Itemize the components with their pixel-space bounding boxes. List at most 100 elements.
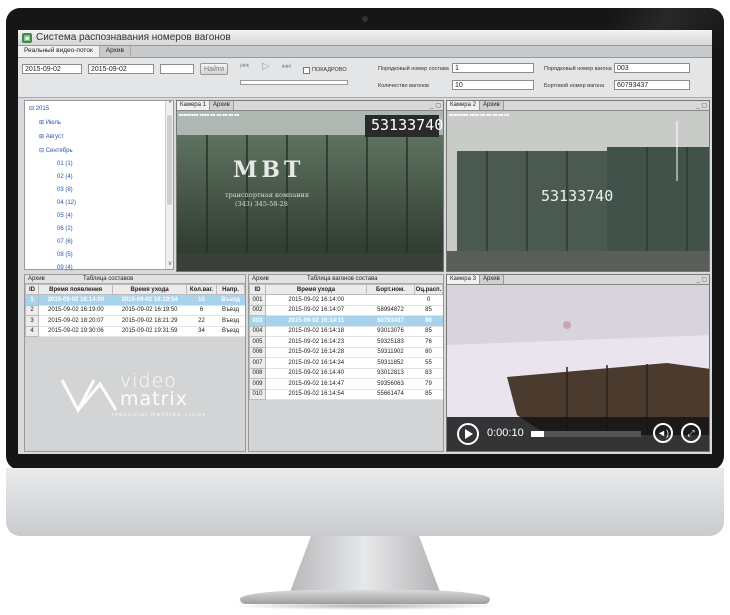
col-wagon-count[interactable]: Кол.ваг. <box>186 284 217 295</box>
tree-month-july[interactable]: ⊞ Июль <box>39 119 61 126</box>
date-to-input[interactable]: 2015-09-02 <box>88 64 154 74</box>
col-id[interactable]: ID <box>25 284 39 295</box>
table-cell: 3 <box>25 315 39 327</box>
panel-controls-icon[interactable]: _ ▢ <box>430 102 443 109</box>
tab-archive[interactable]: Архив <box>100 46 132 57</box>
table-cell: 2015-09-02 16:14:28 <box>265 347 367 358</box>
table-cell: 2015-09-02 16:19:54 <box>112 294 187 306</box>
camera-3-archive-tab[interactable]: Архив <box>479 275 504 284</box>
camera-1-osd: ■■■■■■■■ ■■■■-■■-■■ ■■:■■:■■ <box>179 112 240 117</box>
tree-day[interactable]: 09 (4) <box>57 265 73 271</box>
playback-progress[interactable] <box>531 431 641 437</box>
wagon-row[interactable]: 009 2015-09-02 16:14:47 59356063 79 <box>249 378 443 390</box>
table-cell: Въезд <box>216 294 245 306</box>
date-from-input[interactable]: 2015-09-02 <box>22 64 82 74</box>
tree-day[interactable]: 05 (4) <box>57 213 73 219</box>
frame-by-frame-checkbox[interactable] <box>303 67 310 74</box>
rewind-icon[interactable]: ⏮ <box>240 61 249 72</box>
camera-1-tab[interactable]: Камера 1 <box>177 101 210 110</box>
board-no-field[interactable]: 60793437 <box>614 80 690 90</box>
camera-1-plate: 53133740 <box>371 116 443 134</box>
tree-day[interactable]: 01 (1) <box>57 161 73 167</box>
wagon-order-field[interactable]: 003 <box>614 63 690 73</box>
find-button[interactable]: Найти <box>200 63 228 75</box>
camera-3-panel: Камера 3 Архив _ ▢ 0:00:10 ◄) ⤢ <box>446 274 710 452</box>
table-cell: 1 <box>25 294 39 306</box>
wagon-row[interactable]: 005 2015-09-02 16:14:23 59325183 76 <box>249 336 443 348</box>
wagon-row[interactable]: 007 2015-09-02 16:14:34 59311852 55 <box>249 357 443 369</box>
composition-row[interactable]: 4 2015-09-02 19:30:06 2015-09-02 19:31:59 3… <box>25 325 245 337</box>
panel-controls-icon[interactable]: _ ▢ <box>696 276 709 283</box>
col-board-number[interactable]: Борт.ном. <box>366 284 415 295</box>
camera-3-header: Камера 3 Архив _ ▢ <box>447 275 709 285</box>
col-recognition-score[interactable]: Оц.расп. <box>414 284 443 295</box>
compositions-archive-tab[interactable]: Архив <box>25 276 83 282</box>
composition-no-field[interactable]: 1 <box>452 63 534 73</box>
play-icon[interactable]: ▷ <box>262 61 270 72</box>
videomatrix-logo: video matrix industrial machine vision <box>60 370 206 418</box>
monitor-chin <box>6 468 724 536</box>
table-cell: 2015-09-02 16:14:18 <box>265 326 367 337</box>
tree-day[interactable]: 03 (8) <box>57 187 73 193</box>
tree-day[interactable]: 06 (2) <box>57 226 73 232</box>
camera-2-tab[interactable]: Камера 2 <box>447 101 480 110</box>
wagon-row[interactable]: 003 2015-09-02 16:14:11 60793437 86 <box>249 315 443 327</box>
table-cell: 59311902 <box>366 347 415 358</box>
fullscreen-icon[interactable]: ⤢ <box>681 423 701 443</box>
table-cell: 2 <box>25 304 39 316</box>
table-cell: 83 <box>414 368 443 379</box>
wagon-row[interactable]: 001 2015-09-02 16:14:00 0 <box>249 294 443 306</box>
wagons-panel: Архив Таблица вагонов состава ID Время у… <box>248 274 444 452</box>
forward-icon[interactable]: ⏭ <box>282 61 291 72</box>
tree-day[interactable]: 07 (6) <box>57 239 73 245</box>
camera-3-tab[interactable]: Камера 3 <box>447 275 480 284</box>
tree-year[interactable]: ⊟ 2015 <box>29 105 49 112</box>
tree-day[interactable]: 02 (4) <box>57 174 73 180</box>
table-cell: 006 <box>249 346 266 358</box>
col-id[interactable]: ID <box>249 284 266 295</box>
play-icon <box>465 429 473 439</box>
table-cell: 6 <box>186 305 217 316</box>
table-cell: 58994872 <box>366 305 415 316</box>
wagon-row[interactable]: 004 2015-09-02 16:14:18 93013076 85 <box>249 325 443 337</box>
seek-slider[interactable] <box>240 80 348 85</box>
table-cell: 4 <box>25 325 39 337</box>
camera-2-archive-tab[interactable]: Архив <box>479 101 504 110</box>
tree-month-august[interactable]: ⊞ Август <box>39 133 64 140</box>
tree-day[interactable]: 08 (5) <box>57 252 73 258</box>
wagon-row[interactable]: 002 2015-09-02 16:14:07 58994872 85 <box>249 304 443 316</box>
camera-2-video[interactable]: ■■■■■■■■ ■■■■-■■-■■ ■■:■■:■■ 53133740 <box>447 111 709 271</box>
table-cell: 55 <box>414 357 443 369</box>
wagon-row[interactable]: 008 2015-09-02 16:14:40 93012813 83 <box>249 367 443 379</box>
tree-day[interactable]: 04 (12) <box>57 200 76 206</box>
wagon-row[interactable]: 010 2015-09-02 16:14:54 55661474 85 <box>249 388 443 400</box>
composition-no-label: Порядковый номер состава <box>378 66 449 72</box>
play-button[interactable] <box>457 423 479 445</box>
table-cell: 2015-09-02 16:14:34 <box>265 357 367 369</box>
col-arrival[interactable]: Время появления <box>37 284 114 295</box>
col-departure[interactable]: Время ухода <box>265 284 367 295</box>
tree-month-september[interactable]: ⊟ Сентябрь <box>39 147 73 154</box>
composition-row[interactable]: 2 2015-09-02 16:19:00 2015-09-02 16:19:50 6… <box>25 304 245 316</box>
camera-1-archive-tab[interactable]: Архив <box>209 101 234 110</box>
col-departure[interactable]: Время ухода <box>112 284 187 295</box>
camera-3-video[interactable]: 0:00:10 ◄) ⤢ <box>447 285 709 451</box>
table-cell: 22 <box>186 315 217 327</box>
tree-scrollbar[interactable]: ^ v <box>165 101 173 269</box>
tab-live[interactable]: Реальный видео-поток <box>18 46 100 57</box>
scroll-up-icon[interactable]: ^ <box>166 101 174 109</box>
camera-1-video[interactable]: ■■■■■■■■ ■■■■-■■-■■ ■■:■■:■■ 53133740 МВ… <box>177 111 443 271</box>
wagon-row[interactable]: 006 2015-09-02 16:14:28 59311902 80 <box>249 346 443 358</box>
camera-1-header: Камера 1 Архив _ ▢ <box>177 101 443 111</box>
wagon-count-field[interactable]: 10 <box>452 80 534 90</box>
scroll-thumb[interactable] <box>167 115 172 205</box>
extra-input[interactable] <box>160 64 194 74</box>
volume-icon[interactable]: ◄) <box>653 423 673 443</box>
panel-controls-icon[interactable]: _ ▢ <box>696 102 709 109</box>
composition-row[interactable]: 3 2015-09-02 18:20:07 2015-09-02 18:21:29 2… <box>25 315 245 327</box>
col-direction[interactable]: Напр. <box>216 284 245 295</box>
composition-row[interactable]: 1 2015-09-02 16:14:00 2015-09-02 16:19:54 1… <box>25 294 245 306</box>
table-cell: 59311852 <box>366 357 415 369</box>
wagons-archive-tab[interactable]: Архив <box>249 276 307 282</box>
scroll-down-icon[interactable]: v <box>166 261 174 269</box>
